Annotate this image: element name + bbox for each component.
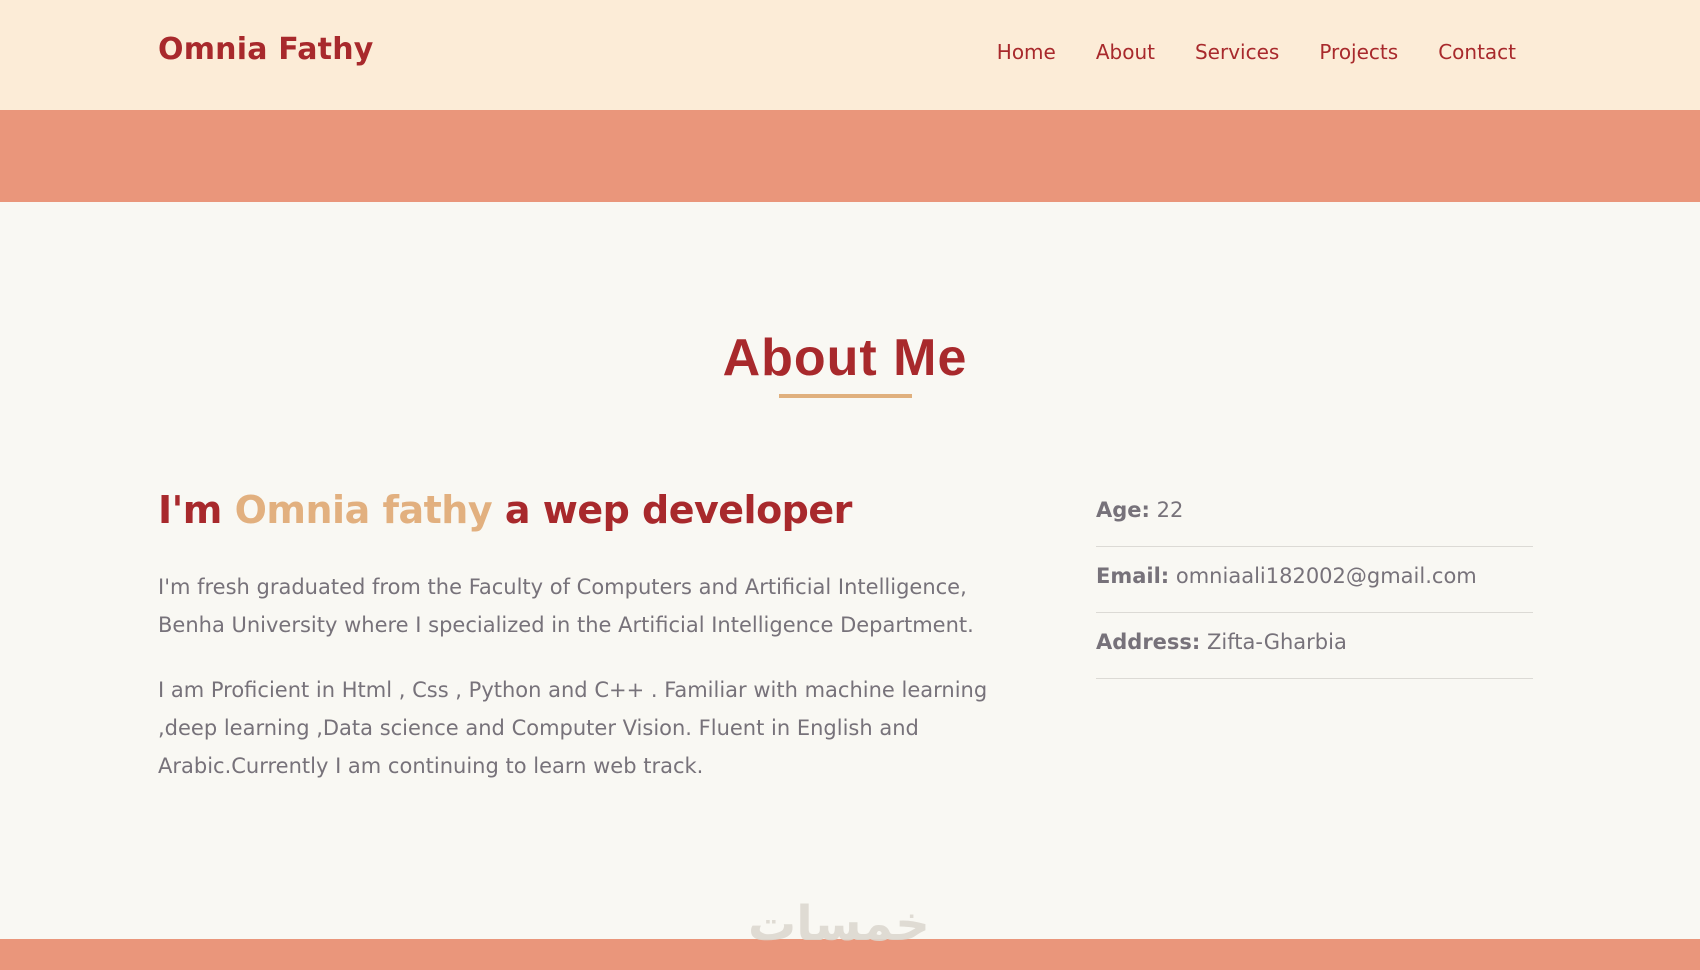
headline-name: Omnia fathy [234, 488, 493, 532]
about-headline: I'm Omnia fathy a wep developer [158, 488, 852, 532]
nav-link-home[interactable]: Home [997, 40, 1056, 64]
info-email: Email: omniaali182002@gmail.com [1096, 547, 1533, 613]
section-title: About Me [722, 329, 968, 387]
info-list: Age: 22 Email: omniaali182002@gmail.com … [1096, 481, 1533, 679]
info-address: Address: Zifta-Gharbia [1096, 613, 1533, 679]
info-address-value: Zifta-Gharbia [1200, 630, 1347, 654]
nav-link-services[interactable]: Services [1195, 40, 1279, 64]
navbar: Omnia Fathy Home About Services Projects… [0, 0, 1700, 110]
nav-link-about[interactable]: About [1096, 40, 1155, 64]
hero-band [0, 110, 1700, 202]
brand-logo[interactable]: Omnia Fathy [158, 32, 374, 67]
about-paragraph-1: I'm fresh graduated from the Faculty of … [158, 575, 974, 637]
info-address-label: Address: [1096, 630, 1201, 654]
headline-suffix: a wep developer [492, 488, 853, 532]
info-email-value: omniaali182002@gmail.com [1169, 564, 1477, 588]
info-age-value: 22 [1149, 498, 1184, 522]
headline-prefix: I'm [158, 488, 235, 532]
about-paragraph-2: I am Proficient in Html , Css , Python a… [158, 678, 988, 778]
nav-menu: Home About Services Projects Contact [997, 40, 1516, 64]
nav-link-contact[interactable]: Contact [1438, 40, 1516, 64]
nav-link-projects[interactable]: Projects [1319, 40, 1398, 64]
info-age-label: Age: [1096, 498, 1150, 522]
title-underline [779, 394, 912, 398]
watermark: خمسات [748, 896, 930, 952]
info-age: Age: 22 [1096, 481, 1533, 547]
info-email-label: Email: [1096, 564, 1170, 588]
